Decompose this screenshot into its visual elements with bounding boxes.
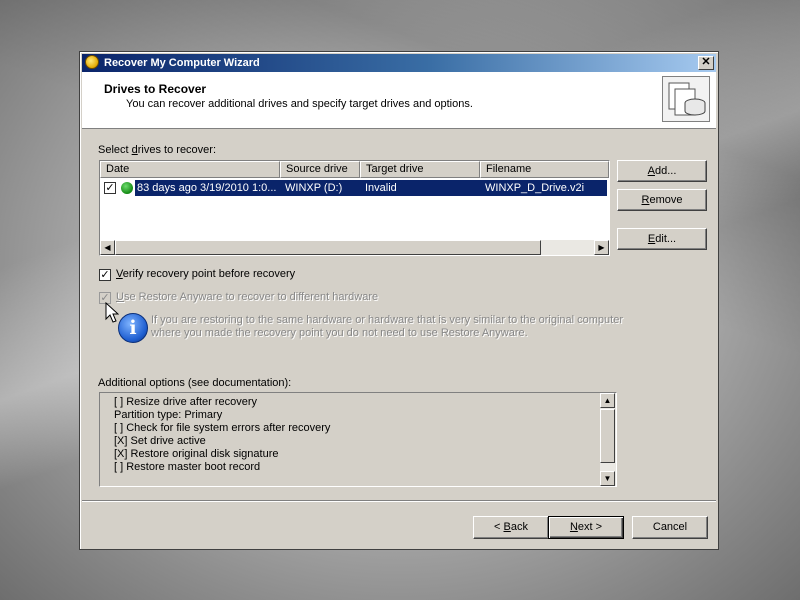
option-line: [ ] Resize drive after recovery: [114, 396, 258, 408]
option-line: [ ] Check for file system errors after r…: [114, 422, 331, 434]
verify-checkbox[interactable]: ✓: [99, 269, 111, 281]
close-button[interactable]: ✕: [698, 56, 714, 70]
wizard-window: Recover My Computer Wizard ✕ Drives to R…: [79, 51, 719, 550]
scroll-right-icon[interactable]: ▶: [594, 240, 609, 255]
options-text: [ ] Resize drive after recovery Partitio…: [114, 396, 330, 474]
back-button[interactable]: < Back: [473, 516, 549, 539]
info-icon: i: [118, 313, 148, 343]
app-icon: [85, 55, 99, 69]
drives-icon: [662, 76, 710, 122]
option-line: [ ] Restore master boot record: [114, 461, 261, 473]
table-row[interactable]: ✓ 83 days ago 3/19/2010 1:0... WINXP (D:…: [102, 180, 607, 196]
option-line: [X] Restore original disk signature: [114, 448, 279, 460]
verify-label[interactable]: Verify recovery point before recovery: [116, 268, 295, 280]
option-line: [X] Set drive active: [114, 435, 206, 447]
drives-list[interactable]: Date Source drive Target drive Filename …: [99, 160, 610, 256]
remove-button[interactable]: Remove: [617, 189, 707, 211]
column-filename[interactable]: Filename: [480, 161, 609, 178]
additional-options-label: Additional options (see documentation):: [98, 377, 292, 389]
vertical-scrollbar[interactable]: ▲ ▼: [600, 393, 616, 486]
page-subtitle: You can recover additional drives and sp…: [126, 98, 473, 110]
window-title: Recover My Computer Wizard: [104, 57, 260, 69]
column-target-drive[interactable]: Target drive: [360, 161, 480, 178]
add-button[interactable]: Add...: [617, 160, 707, 182]
scroll-thumb[interactable]: [600, 409, 615, 463]
list-header: Date Source drive Target drive Filename: [100, 161, 609, 178]
row-checkbox[interactable]: ✓: [104, 182, 116, 194]
additional-options-box[interactable]: [ ] Resize drive after recovery Partitio…: [99, 392, 617, 487]
column-date[interactable]: Date: [100, 161, 280, 178]
status-ok-icon: [121, 182, 133, 194]
horizontal-scrollbar[interactable]: ◀ ▶: [100, 240, 609, 255]
footer-divider: [82, 500, 716, 502]
cell-date: 83 days ago 3/19/2010 1:0...: [137, 182, 277, 194]
drives-label: Select drives to recover:: [98, 144, 217, 156]
edit-button[interactable]: Edit...: [617, 228, 707, 250]
scroll-left-icon[interactable]: ◀: [100, 240, 115, 255]
cell-filename: WINXP_D_Drive.v2i: [485, 182, 585, 194]
info-text-line1: If you are restoring to the same hardwar…: [151, 314, 623, 326]
column-source-drive[interactable]: Source drive: [280, 161, 360, 178]
close-icon: ✕: [701, 56, 711, 68]
scroll-down-icon[interactable]: ▼: [600, 471, 615, 486]
restore-anyware-label[interactable]: Use Restore Anyware to recover to differ…: [116, 291, 378, 303]
next-button[interactable]: Next >: [548, 516, 624, 539]
wizard-header: Drives to Recover You can recover additi…: [82, 72, 716, 129]
scroll-thumb[interactable]: [115, 240, 541, 255]
option-line: Partition type: Primary: [114, 409, 223, 421]
row-selection: 83 days ago 3/19/2010 1:0... WINXP (D:) …: [135, 180, 607, 196]
scroll-up-icon[interactable]: ▲: [600, 393, 615, 408]
cell-target: Invalid: [365, 182, 397, 194]
info-text-line2: where you made the recovery point you do…: [151, 327, 528, 339]
title-bar[interactable]: Recover My Computer Wizard ✕: [82, 54, 716, 72]
cancel-button[interactable]: Cancel: [632, 516, 708, 539]
page-title: Drives to Recover: [104, 82, 207, 96]
cell-source: WINXP (D:): [285, 182, 343, 194]
